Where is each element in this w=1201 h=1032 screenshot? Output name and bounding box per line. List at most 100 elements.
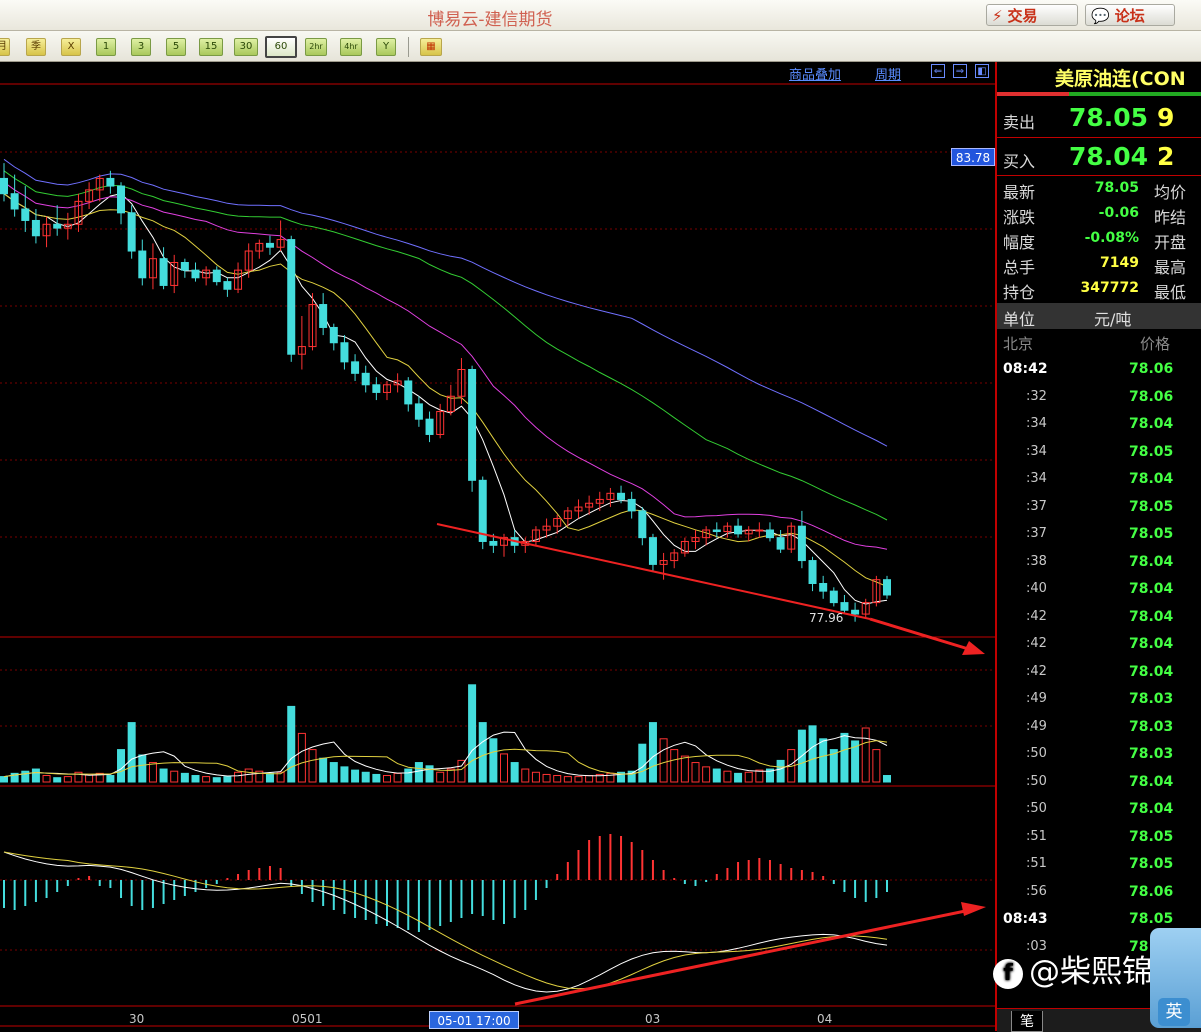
volume-bar: [446, 768, 455, 783]
candle-body: [819, 583, 828, 592]
x-axis-label: 03: [645, 1012, 661, 1026]
volume-bar: [691, 762, 700, 783]
period-button-x[interactable]: X: [61, 38, 81, 56]
volume-bar: [0, 776, 8, 783]
tick-row: :56 78.06: [997, 880, 1201, 907]
ma-line-ma20: [3, 181, 888, 550]
tick-time: :49: [1026, 691, 1047, 706]
arrow-line: [514, 907, 976, 1006]
period-button-60[interactable]: 60: [265, 36, 297, 58]
ime-widget[interactable]: 英: [1150, 928, 1201, 1028]
unit-label: 单位: [1003, 310, 1036, 329]
kline-chart[interactable]: 商品叠加 周期 ⇐ ⇒ ◧ 83.78 77.96 30 0501 03 04 …: [0, 62, 995, 1031]
scroll-left-icon[interactable]: ⇐: [931, 64, 945, 78]
candle-body: [414, 403, 423, 420]
candle-body: [10, 193, 19, 210]
tick-time: :34: [1026, 471, 1047, 486]
tick-time: :50: [1026, 746, 1047, 761]
volume-bar: [170, 770, 179, 783]
volume-bar: [287, 705, 296, 783]
forum-button[interactable]: 💬 论坛: [1085, 4, 1175, 26]
volume-bar: [329, 762, 338, 783]
volume-bar: [521, 768, 530, 783]
chart-canvas[interactable]: [0, 62, 995, 1031]
quote-row: 总手 7149 最高: [997, 251, 1201, 277]
volume-bar: [436, 771, 445, 783]
trade-label: 交易: [1007, 7, 1038, 25]
volume-bar: [808, 725, 817, 783]
date-cursor-label: 05-01 17:00: [429, 1011, 519, 1029]
period-button-1[interactable]: 1: [96, 38, 116, 56]
tick-time: 08:42: [1003, 361, 1048, 377]
volume-bar: [712, 768, 721, 783]
volume-bar: [31, 768, 40, 783]
volume-bar: [191, 775, 200, 783]
volume-bar: [382, 775, 391, 783]
period-button-2hr[interactable]: 2hr: [305, 38, 327, 56]
volume-bar: [510, 762, 519, 783]
sell-qty: 9: [1157, 103, 1175, 132]
tick-price: 78.04: [1129, 471, 1174, 487]
x-axis-label: 30: [129, 1012, 145, 1026]
period-button-4hr[interactable]: 4hr: [340, 38, 362, 56]
candle-body: [765, 529, 774, 539]
volume-bar: [340, 766, 349, 783]
quote-row-label: 最新: [1003, 183, 1036, 202]
scroll-right-icon[interactable]: ⇒: [953, 64, 967, 78]
sell-label: 卖出: [1003, 113, 1036, 132]
period-button-15[interactable]: 15: [199, 38, 223, 56]
volume-bar: [840, 732, 849, 783]
period-button-5[interactable]: 5: [166, 38, 186, 56]
tick-price: 78.03: [1129, 691, 1174, 707]
volume-bar: [680, 755, 689, 783]
period-button-30[interactable]: 30: [234, 38, 258, 56]
chat-bubble-icon: 💬: [1091, 7, 1110, 25]
ma-line-ma40: [3, 170, 888, 521]
tick-row: :42 78.04: [997, 605, 1201, 632]
tick-time: :42: [1026, 636, 1047, 651]
tick-price: 78.04: [1129, 663, 1174, 680]
tick-price: 78.05: [1129, 856, 1174, 872]
panel-toggle-icon[interactable]: ◧: [975, 64, 989, 78]
volume-bar: [148, 762, 157, 783]
contract-name: 美原油连(CON: [1055, 68, 1186, 90]
period-button-year[interactable]: Y: [376, 38, 396, 56]
volume-bar: [553, 775, 562, 783]
tick-time: :37: [1026, 498, 1047, 514]
period-button-quarter[interactable]: 季: [26, 38, 46, 56]
quote-panel: 美原油连(CON 卖出 78.05 9 买入 78.04 2 最新 78.05 均价…: [995, 62, 1201, 1032]
candle-body: [851, 609, 860, 615]
ime-language-icon[interactable]: 英: [1158, 998, 1190, 1026]
candle-body: [404, 380, 413, 405]
tick-time: :42: [1026, 608, 1047, 624]
period-link[interactable]: 周期: [875, 64, 901, 83]
tick-row: :40 78.04: [997, 577, 1201, 604]
tick-row: :38 78.04: [997, 550, 1201, 577]
volume-bar: [819, 738, 828, 783]
volume-bar: [127, 722, 136, 783]
tick-header: 北京 价格: [997, 333, 1201, 355]
candle-body: [212, 269, 221, 283]
tick-price: 78.05: [1129, 828, 1174, 845]
calendar-icon[interactable]: ▦: [420, 38, 442, 56]
tick-row: :51 78.05: [997, 852, 1201, 879]
period-button-month[interactable]: 月: [0, 38, 10, 56]
trade-button[interactable]: ⚡ 交易: [986, 4, 1078, 26]
volume-bar: [63, 776, 72, 783]
candle-body: [53, 223, 62, 229]
tick-time: :51: [1026, 856, 1047, 871]
volume-bar: [372, 773, 381, 783]
volume-bar: [489, 738, 498, 783]
toolbar-divider: [408, 37, 409, 57]
tick-row: :34 78.04: [997, 412, 1201, 439]
candle-body: [712, 529, 721, 533]
period-button-3[interactable]: 3: [131, 38, 151, 56]
tab-ticks[interactable]: 笔: [1011, 1011, 1043, 1032]
volume-bar: [159, 768, 168, 783]
candle-body: [468, 369, 477, 481]
candle-body: [797, 525, 806, 562]
tick-time: :40: [1026, 581, 1047, 596]
overlay-link[interactable]: 商品叠加: [789, 64, 841, 83]
forum-label: 论坛: [1114, 7, 1145, 25]
candle-body: [617, 492, 626, 500]
